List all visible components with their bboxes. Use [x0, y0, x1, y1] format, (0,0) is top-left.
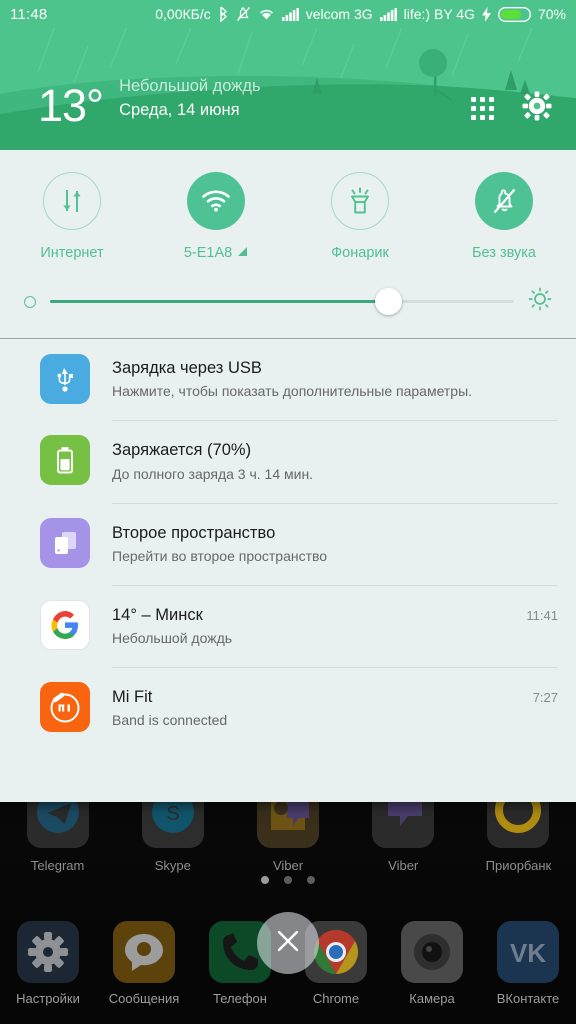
- notification-title: Зарядка через USB: [112, 359, 262, 377]
- dock-app-label: Настройки: [16, 991, 80, 1006]
- header-actions: [471, 91, 552, 126]
- notification-title: Mi Fit: [112, 688, 153, 707]
- signal-bars-icon: [281, 7, 299, 21]
- brightness-low-icon: [24, 295, 36, 308]
- flashlight-icon: [331, 172, 389, 230]
- qs-toggle-flashlight[interactable]: Фонарик: [288, 172, 432, 261]
- notification-subtitle: Перейти во второе пространство: [112, 547, 328, 564]
- notification-item[interactable]: 14° – Минск Небольшой дождь 11:41: [0, 584, 576, 667]
- battery-charging-icon: [40, 435, 90, 486]
- qs-toggle-silent[interactable]: Без звука: [432, 172, 576, 261]
- close-icon: [275, 928, 301, 959]
- weather-header[interactable]: 13° Небольшой дождь Среда, 14 июня: [0, 28, 576, 150]
- notification-list: Зарядка через USB Нажмите, чтобы показат…: [0, 339, 576, 750]
- quick-settings-toggles: Интернет 5-E1A8 Фонарик Без звука: [0, 172, 576, 261]
- data-transfer-icon: [43, 172, 101, 230]
- page-dot[interactable]: [261, 876, 269, 884]
- page-dot[interactable]: [307, 876, 315, 884]
- gear-icon: [17, 921, 79, 983]
- notification-subtitle: Band is connected: [112, 712, 228, 729]
- wifi-icon: [187, 172, 245, 230]
- notification-title: 14° – Минск: [112, 605, 203, 624]
- home-app-label: Viber: [272, 858, 304, 873]
- weather-info: 13° Небольшой дождь Среда, 14 июня: [38, 75, 261, 131]
- brightness-high-icon: [528, 287, 552, 316]
- messages-icon: [113, 921, 175, 983]
- carrier-2-label: life:) BY 4G: [403, 6, 475, 22]
- google-icon: [40, 599, 90, 650]
- svg-text:S: S: [166, 803, 179, 825]
- brightness-thumb[interactable]: [375, 288, 403, 315]
- qs-toggle-label: Без звука: [472, 245, 536, 261]
- page-dot[interactable]: [284, 876, 292, 884]
- notification-item[interactable]: Mi Fit Band is connected 7:27: [0, 667, 576, 749]
- apps-grid-icon[interactable]: [471, 97, 494, 120]
- qs-toggle-label: Фонарик: [331, 245, 389, 261]
- dock-app-label: Камера: [409, 991, 455, 1006]
- wifi-ssid-label: 5-E1A8: [183, 245, 233, 261]
- dock-app-label: Chrome: [312, 991, 360, 1006]
- bell-muted-icon: [236, 6, 251, 22]
- weather-condition: Небольшой дождь: [119, 77, 261, 96]
- page-indicator: [0, 876, 576, 884]
- wifi-icon: [258, 7, 275, 21]
- notification-subtitle: Нажмите, чтобы показать дополнительные п…: [112, 383, 473, 400]
- notification-subtitle: Небольшой дождь: [112, 630, 233, 647]
- dock-app-label: Сообщения: [108, 991, 180, 1006]
- notification-time: 11:41: [526, 607, 558, 623]
- signal-triangle-icon: [237, 245, 248, 261]
- brightness-fill: [50, 300, 389, 303]
- brightness-track[interactable]: [50, 288, 514, 315]
- notification-shade: 11:48 0,00КБ/c velcom 3G life:) BY 4G 70…: [0, 0, 576, 802]
- second-space-icon: [40, 517, 90, 568]
- vk-icon: VK: [497, 921, 559, 983]
- qs-toggle-wifi[interactable]: 5-E1A8: [144, 172, 288, 261]
- status-bar: 11:48 0,00КБ/c velcom 3G life:) BY 4G 70…: [0, 0, 576, 28]
- dock-app-messages[interactable]: Сообщения: [96, 921, 192, 1006]
- close-shade-button[interactable]: [257, 912, 319, 974]
- dock-app-label: Телефон: [213, 991, 267, 1006]
- dock-app-vk[interactable]: VK ВКонтакте: [480, 921, 576, 1006]
- home-app-label: Приорбанк: [485, 858, 552, 873]
- notification-item[interactable]: Заряжается (70%) До полного заряда 3 ч. …: [0, 420, 576, 502]
- carrier-1-label: velcom 3G: [305, 6, 373, 22]
- dock-app-camera[interactable]: Камера: [384, 921, 480, 1006]
- notification-time: 7:27: [532, 690, 558, 706]
- home-app-label: Telegram: [30, 858, 85, 873]
- svg-text:VK: VK: [510, 938, 546, 968]
- status-clock: 11:48: [10, 5, 48, 23]
- battery-percent-label: 70%: [537, 6, 566, 22]
- notification-item[interactable]: Зарядка через USB Нажмите, чтобы показат…: [0, 339, 576, 420]
- notification-item[interactable]: Второе пространство Перейти во второе пр…: [0, 502, 576, 585]
- bell-muted-icon: [475, 172, 533, 230]
- dock-app-settings[interactable]: Настройки: [0, 921, 96, 1006]
- qs-toggle-label-wifi: 5-E1A8: [184, 245, 248, 261]
- notification-subtitle: До полного заряда 3 ч. 14 мин.: [112, 465, 314, 482]
- brightness-slider[interactable]: [0, 261, 576, 338]
- weather-date: Среда, 14 июня: [119, 101, 240, 120]
- mi-fit-icon: [40, 682, 90, 733]
- bluetooth-icon: [218, 6, 229, 22]
- phone-screen: Telegram S Skype Viber Viber Приорбанк Н…: [0, 0, 576, 1024]
- notification-title: Второе пространство: [112, 523, 276, 542]
- weather-temperature: 13°: [38, 79, 104, 131]
- quick-settings-panel: Интернет 5-E1A8 Фонарик Без звука: [0, 150, 576, 339]
- usb-icon: [40, 354, 90, 404]
- qs-toggle-internet[interactable]: Интернет: [0, 172, 144, 261]
- status-icons: 0,00КБ/c velcom 3G life:) BY 4G 70%: [155, 6, 566, 22]
- home-app-label: Viber: [388, 858, 419, 873]
- dock-app-label: ВКонтакте: [496, 991, 560, 1006]
- qs-toggle-label: Интернет: [40, 245, 104, 261]
- gear-icon[interactable]: [522, 91, 552, 126]
- home-app-label: Skype: [154, 858, 191, 873]
- notification-title: Заряжается (70%): [112, 441, 252, 460]
- signal-bars-icon: [379, 7, 397, 21]
- battery-icon: [497, 6, 531, 22]
- camera-icon: [401, 921, 463, 983]
- lightning-bolt-icon: [481, 6, 491, 22]
- data-rate-label: 0,00КБ/c: [155, 6, 211, 22]
